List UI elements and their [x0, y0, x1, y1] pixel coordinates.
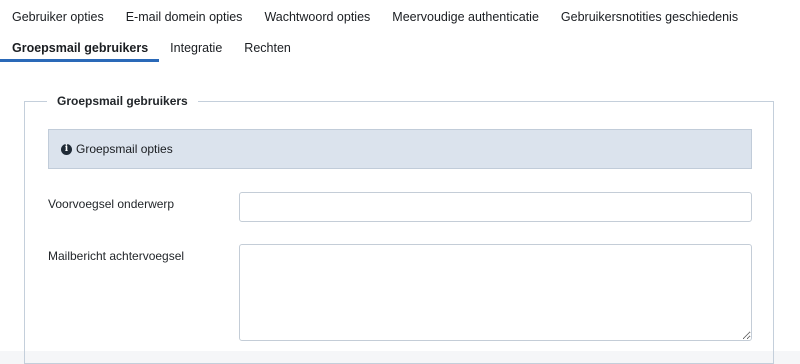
options-tab-bar: Gebruiker opties E-mail domein opties Wa… [0, 0, 800, 63]
groepsmail-fieldset: Groepsmail gebruikers i Groepsmail optie… [24, 94, 774, 364]
info-alert-text: Groepsmail opties [76, 142, 173, 156]
subject-prefix-input[interactable] [239, 192, 752, 222]
tab-panel: Groepsmail gebruikers i Groepsmail optie… [0, 62, 800, 364]
tab-email-domein-opties[interactable]: E-mail domein opties [115, 0, 254, 31]
tab-integratie[interactable]: Integratie [159, 31, 233, 62]
tab-wachtwoord-opties[interactable]: Wachtwoord opties [253, 0, 381, 31]
tab-rechten[interactable]: Rechten [233, 31, 302, 62]
tab-row-2: Groepsmail gebruikers Integratie Rechten [0, 31, 302, 62]
tab-row-1: Gebruiker opties E-mail domein opties Wa… [0, 0, 749, 31]
tab-gebruiker-opties[interactable]: Gebruiker opties [0, 0, 115, 31]
tab-gebruikersnotities-geschiedenis[interactable]: Gebruikersnotities geschiedenis [550, 0, 749, 31]
info-circle-icon: i [61, 143, 72, 155]
info-alert: i Groepsmail opties [48, 129, 752, 169]
tab-meervoudige-authenticatie[interactable]: Meervoudige authenticatie [381, 0, 550, 31]
subject-prefix-label: Voorvoegsel onderwerp [48, 197, 175, 211]
tab-groepsmail-gebruikers[interactable]: Groepsmail gebruikers [0, 31, 160, 62]
mail-suffix-label: Mailbericht achtervoegsel [48, 249, 185, 263]
mail-suffix-textarea[interactable] [239, 244, 752, 341]
fieldset-legend: Groepsmail gebruikers [57, 94, 188, 108]
